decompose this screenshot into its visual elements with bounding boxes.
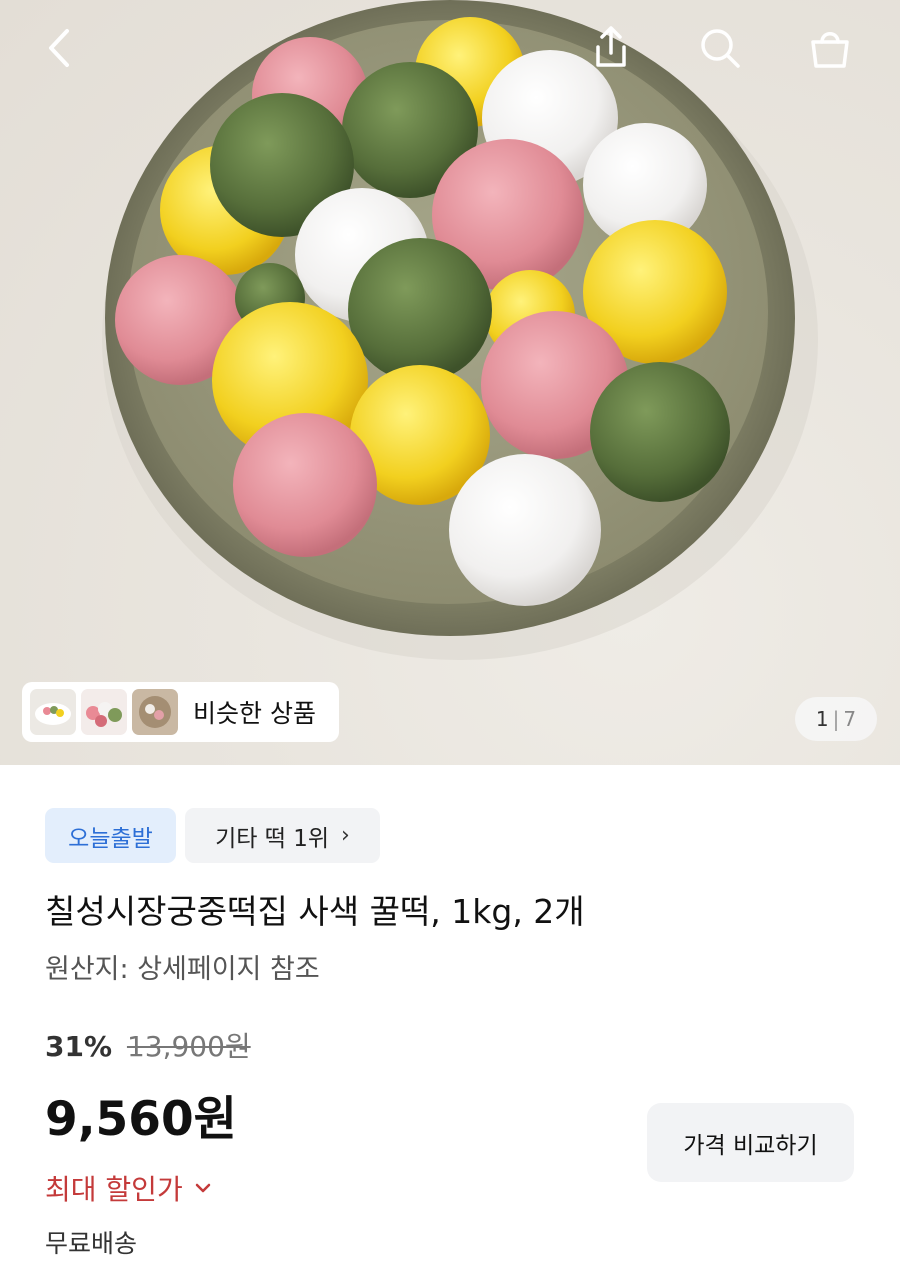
share-button[interactable]: [581, 18, 641, 78]
cart-button[interactable]: [800, 18, 860, 78]
chevron-left-icon: [49, 29, 69, 67]
max-discount-label: 최대 할인가: [45, 1173, 183, 1206]
discount-rate: 31%: [45, 1030, 113, 1063]
today-shipping-badge: 오늘출발: [45, 808, 176, 863]
shipping-info: 무료배송: [45, 1229, 138, 1258]
max-discount-toggle[interactable]: 최대 할인가: [45, 1168, 213, 1208]
product-origin: 원산지: 상세페이지 참조: [45, 954, 320, 985]
category-rank-label: 기타 떡 1위: [215, 825, 330, 852]
price-compare-button[interactable]: 가격 비교하기: [647, 1103, 854, 1182]
sale-price: 9,560원: [45, 1092, 237, 1147]
discount-row: 31% 13,900원: [45, 1025, 251, 1065]
share-icon: [596, 26, 626, 67]
similar-thumb-3: [132, 689, 178, 735]
page-total: 7: [843, 707, 857, 731]
chevron-right-icon: ›: [341, 823, 350, 848]
product-image-carousel[interactable]: 비슷한 상품 1 | 7: [0, 0, 900, 765]
similar-thumb-1: [30, 689, 76, 735]
page-current: 1: [815, 707, 829, 731]
similar-thumb-2: [81, 689, 127, 735]
similar-products-label: 비슷한 상품: [193, 699, 316, 728]
product-title: 칠성시장궁중떡집 사색 꿀떡, 1kg, 2개: [45, 892, 585, 931]
back-button[interactable]: [30, 18, 90, 78]
shopping-bag-icon: [811, 32, 849, 68]
search-button[interactable]: [690, 18, 750, 78]
original-price: 13,900원: [126, 1030, 251, 1063]
search-icon: [701, 29, 740, 68]
product-photo: [102, 0, 818, 660]
similar-products-button[interactable]: 비슷한 상품: [22, 682, 339, 742]
chevron-down-icon: [195, 1183, 210, 1193]
image-page-counter: 1 | 7: [795, 697, 877, 741]
category-rank-button[interactable]: 기타 떡 1위 ›: [185, 808, 380, 863]
